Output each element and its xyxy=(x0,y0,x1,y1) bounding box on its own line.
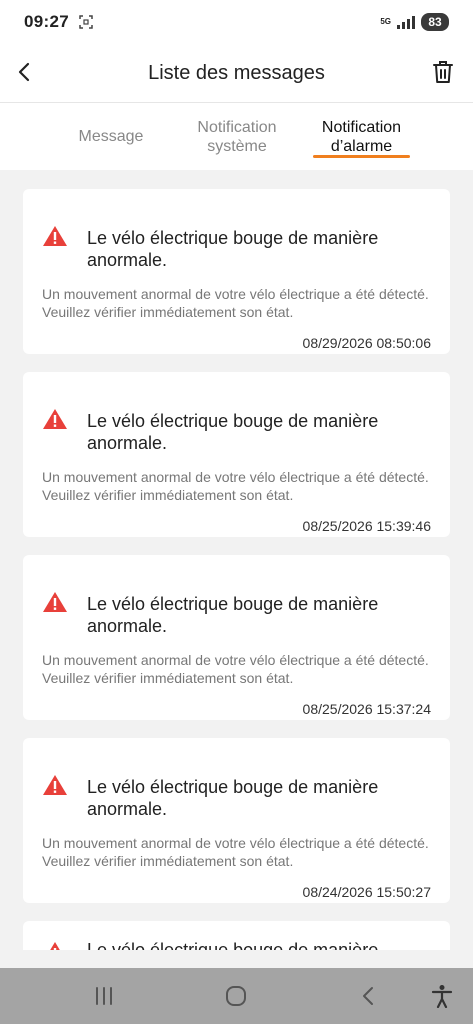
screen-record-icon xyxy=(79,15,93,29)
back-icon xyxy=(363,987,373,1005)
status-bar: 09:27 5G 83 xyxy=(0,0,473,44)
accessibility-icon xyxy=(431,985,453,1008)
system-nav-bar xyxy=(0,968,473,1024)
message-timestamp: 08/25/2026 15:39:46 xyxy=(302,518,431,534)
nav-back-button[interactable] xyxy=(354,982,382,1010)
message-title: Le vélo électrique bouge de manière anor… xyxy=(87,411,379,453)
signal-icon xyxy=(397,15,415,29)
message-card[interactable]: Le vélo électrique bouge de manière anor… xyxy=(23,372,450,537)
network-type: 5G xyxy=(380,17,391,26)
message-list: Le vélo électrique bouge de manière anor… xyxy=(0,170,473,950)
home-button[interactable] xyxy=(222,982,250,1010)
tab-label: Notification système xyxy=(197,118,277,155)
recent-apps-button[interactable] xyxy=(90,982,118,1010)
message-title: Le vélo électrique bouge de manière xyxy=(87,940,379,950)
chevron-left-icon xyxy=(18,62,30,82)
message-title: Le vélo électrique bouge de manière anor… xyxy=(87,777,379,819)
tab-label: Notification d’alarme xyxy=(321,118,402,155)
home-icon xyxy=(226,986,246,1006)
app-header: Liste des messages xyxy=(0,44,473,102)
tab-system-notification[interactable]: Notification système xyxy=(182,103,292,170)
warning-icon xyxy=(50,942,60,950)
tab-label: Message xyxy=(78,128,144,145)
accessibility-button[interactable] xyxy=(428,982,456,1010)
warning-icon xyxy=(43,409,67,429)
message-timestamp: 08/24/2026 15:50:27 xyxy=(302,884,431,900)
tab-message[interactable]: Message xyxy=(62,103,160,170)
message-body: Un mouvement anormal de votre vélo élect… xyxy=(42,835,429,869)
active-tab-indicator xyxy=(313,155,410,158)
warning-icon xyxy=(43,592,67,612)
tab-alarm-notification[interactable]: Notification d’alarme xyxy=(313,103,410,170)
message-card[interactable]: Le vélo électrique bouge de manière anor… xyxy=(23,555,450,720)
back-button[interactable] xyxy=(10,54,38,90)
warning-icon xyxy=(43,226,67,246)
message-card[interactable]: Le vélo électrique bouge de manière anor… xyxy=(23,189,450,354)
delete-button[interactable] xyxy=(427,56,459,88)
message-card[interactable]: Le vélo électrique bouge de manière anor… xyxy=(23,738,450,903)
message-body: Un mouvement anormal de votre vélo élect… xyxy=(42,286,429,320)
message-body: Un mouvement anormal de votre vélo élect… xyxy=(42,469,429,503)
message-timestamp: 08/29/2026 08:50:06 xyxy=(302,335,431,351)
message-card[interactable]: Le vélo électrique bouge de manière xyxy=(23,921,450,950)
message-body: Un mouvement anormal de votre vélo élect… xyxy=(42,652,429,686)
trash-icon xyxy=(433,61,453,83)
message-title: Le vélo électrique bouge de manière anor… xyxy=(87,594,379,636)
warning-icon xyxy=(43,775,67,795)
recent-apps-icon xyxy=(96,987,112,1005)
message-timestamp: 08/25/2026 15:37:24 xyxy=(302,701,431,717)
page-title: Liste des messages xyxy=(148,61,325,84)
status-time: 09:27 xyxy=(24,12,69,31)
tab-bar: Message Notification système Notificatio… xyxy=(0,103,473,170)
message-title: Le vélo électrique bouge de manière anor… xyxy=(87,228,379,270)
battery-level: 83 xyxy=(421,13,449,31)
